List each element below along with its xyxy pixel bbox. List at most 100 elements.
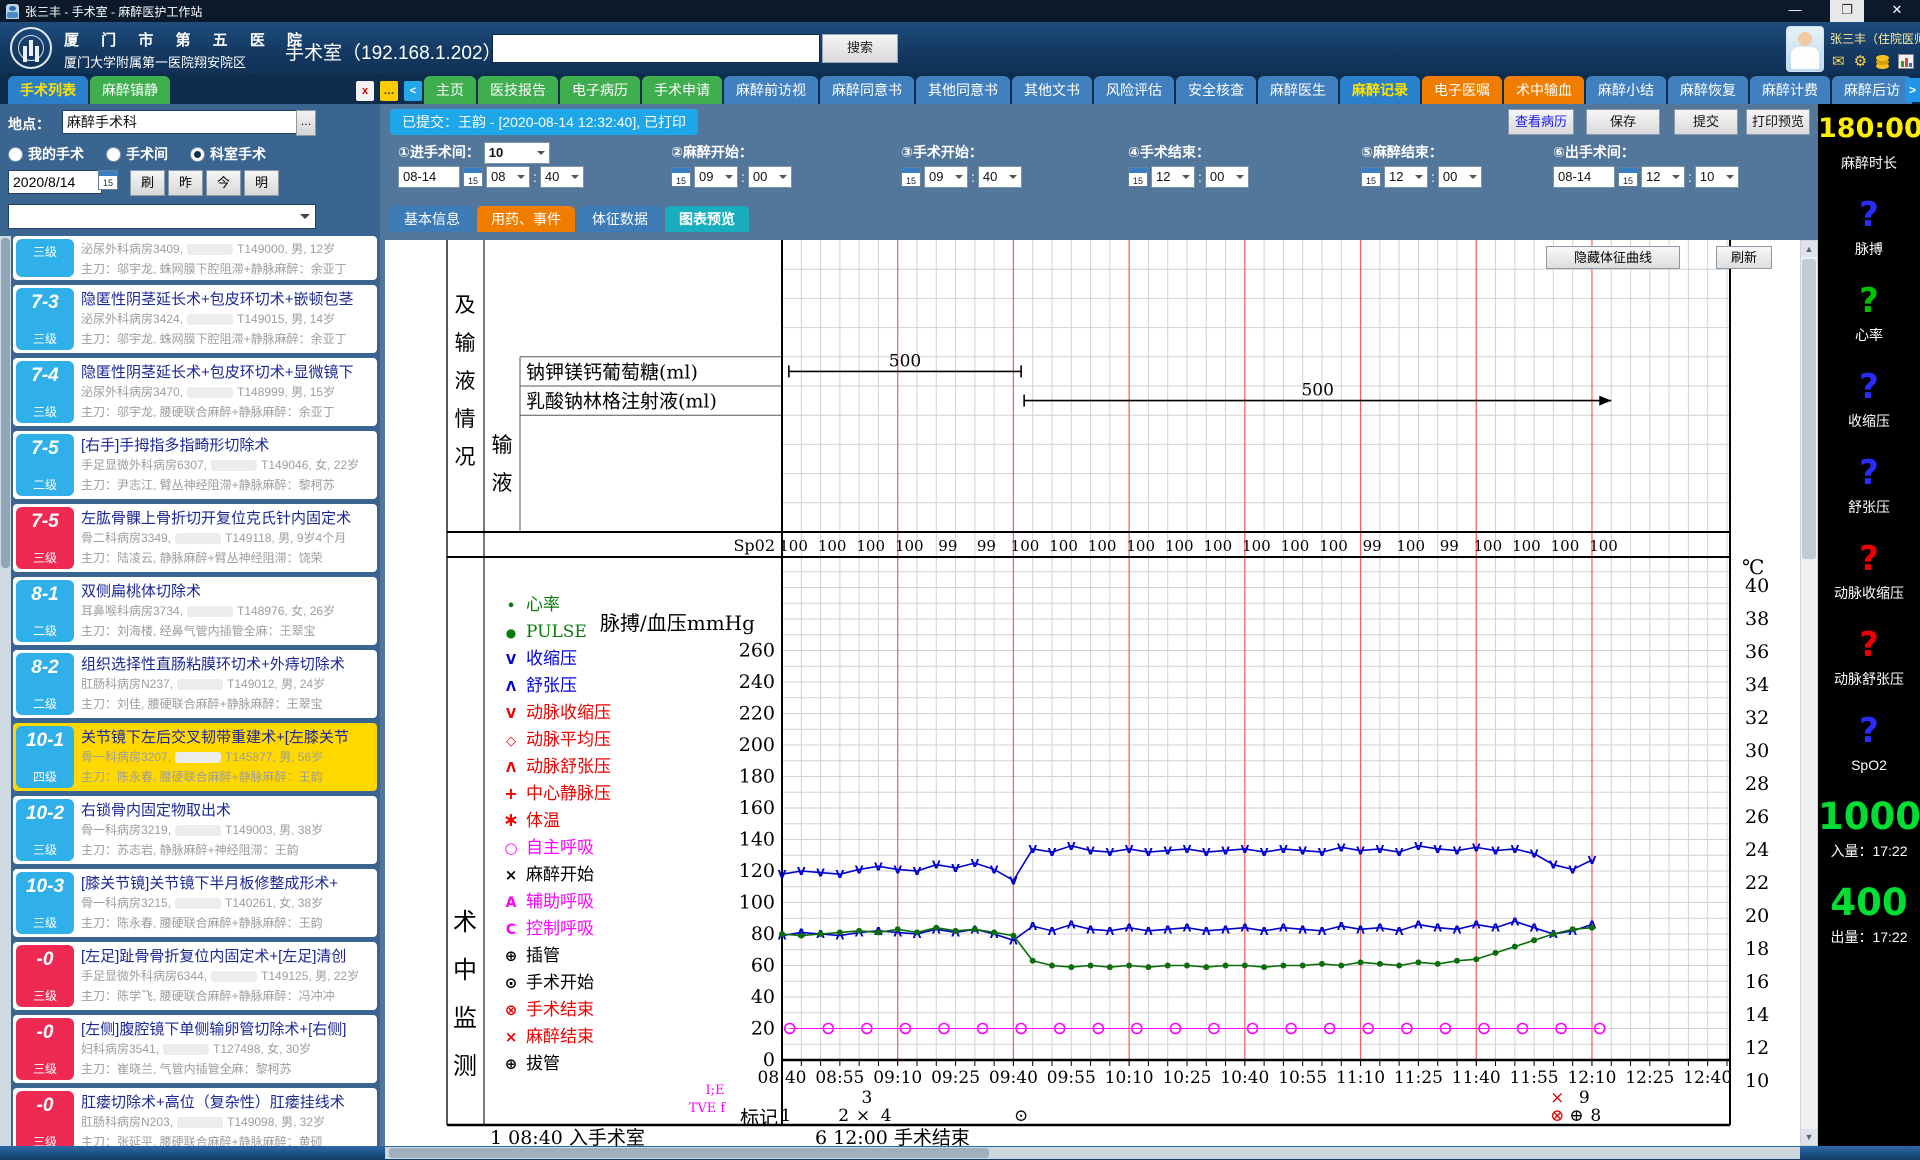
date-field[interactable]: 08-14	[1553, 166, 1615, 188]
subtab-体征数据[interactable]: 体征数据	[578, 206, 662, 232]
billing-coins-icon[interactable]	[1876, 55, 1889, 61]
hour-select[interactable]: 12	[1641, 166, 1685, 188]
tabs-scroll-right-button[interactable]: >	[1905, 78, 1920, 102]
hour-select[interactable]: 12	[1384, 166, 1428, 188]
module-tab-电子医嘱[interactable]: 电子医嘱	[1422, 76, 1502, 104]
module-tab-麻醉计费[interactable]: 麻醉计费	[1750, 76, 1830, 104]
subtab-用药、事件[interactable]: 用药、事件	[477, 206, 575, 232]
module-tab-麻醉前访视[interactable]: 麻醉前访视	[724, 76, 818, 104]
surgery-list-item[interactable]: 7-5二级[右手]手拇指多指畸形切除术手足显微外科病房6307,T149046,…	[13, 431, 377, 499]
subtab-图表预览[interactable]: 图表预览	[665, 206, 749, 232]
hour-select[interactable]: 09	[694, 166, 738, 188]
module-tab-麻醉医生[interactable]: 麻醉医生	[1258, 76, 1338, 104]
calendar-icon[interactable]: 15	[671, 167, 691, 187]
surgery-list-item[interactable]: -0三级[左侧]腹腔镜下单侧输卵管切除术+[右侧]妇科病房3541,T12749…	[13, 1015, 377, 1083]
location-more-button[interactable]: …	[296, 110, 316, 136]
close-button[interactable]: ✕	[1880, 0, 1914, 22]
search-input[interactable]	[492, 34, 820, 63]
module-tab-其他同意书[interactable]: 其他同意书	[916, 76, 1010, 104]
radio-dot-icon[interactable]	[106, 147, 121, 162]
calendar-icon[interactable]: 15	[463, 167, 483, 187]
module-tab-电子病历[interactable]: 电子病历	[560, 76, 640, 104]
radio-科室手术[interactable]: 科室手术	[190, 144, 266, 164]
panel-close-button[interactable]: x	[356, 81, 374, 101]
action-button-查看病历[interactable]: 查看病历	[1508, 109, 1574, 135]
statistics-chart-icon[interactable]	[1898, 54, 1914, 69]
module-tab-麻醉小结[interactable]: 麻醉小结	[1586, 76, 1666, 104]
surgery-list-item[interactable]: 7-4三级隐匿性阴茎延长术+包皮环切术+显微镜下泌尿外科病房3470,T1489…	[13, 358, 377, 426]
minute-select[interactable]: 00	[1205, 166, 1249, 188]
hour-select[interactable]: 08	[486, 166, 530, 188]
date-button-昨[interactable]: 昨	[168, 170, 203, 196]
action-button-提交[interactable]: 提交	[1674, 109, 1738, 135]
surgery-list-item[interactable]: 10-1四级关节镜下左后交叉韧带重建术+[左膝关节骨一科病房3207,T1458…	[13, 723, 377, 791]
module-tab-术中输血[interactable]: 术中输血	[1504, 76, 1584, 104]
filter-select[interactable]	[8, 204, 316, 229]
room-badge: 8-1二级	[16, 580, 74, 642]
list-scrollbar[interactable]	[0, 236, 11, 1160]
minute-select[interactable]: 40	[540, 166, 584, 188]
search-button[interactable]: 搜索	[822, 34, 898, 63]
user-avatar[interactable]	[1786, 26, 1824, 72]
date-field[interactable]: 08-14	[398, 166, 460, 188]
chart-horizontal-scrollbar[interactable]	[385, 1147, 1800, 1159]
minimize-button[interactable]: —	[1778, 0, 1812, 22]
refresh-button[interactable]: 刷新	[1716, 246, 1772, 269]
module-tab-麻醉后访[interactable]: 麻醉后访	[1832, 76, 1912, 104]
scroll-down-icon[interactable]: ▼	[1801, 1129, 1817, 1145]
location-input[interactable]: 麻醉手术科	[62, 110, 300, 134]
calendar-icon[interactable]: 15	[1618, 167, 1638, 187]
maximize-button[interactable]: ❐	[1830, 0, 1864, 22]
minute-select[interactable]: 00	[748, 166, 792, 188]
surgery-list-item[interactable]: 三级泌尿外科病房3409,T149000, 男, 12岁主刀：邬宇龙, 蛛网膜下…	[13, 236, 377, 280]
scroll-up-icon[interactable]: ▲	[1801, 241, 1817, 257]
hour-select[interactable]: 12	[1151, 166, 1195, 188]
module-tab-麻醉恢复[interactable]: 麻醉恢复	[1668, 76, 1748, 104]
calendar-icon[interactable]: 15	[98, 170, 118, 190]
tabs-scroll-left-button[interactable]: <	[404, 81, 422, 101]
module-tab-手术申请[interactable]: 手术申请	[642, 76, 722, 104]
surgery-list-item[interactable]: 8-1二级双侧扁桃体切除术耳鼻喉科病房3734,T148976, 女, 26岁主…	[13, 577, 377, 645]
minute-select[interactable]: 00	[1438, 166, 1482, 188]
date-input[interactable]: 2020/8/14	[8, 170, 102, 194]
radio-dot-icon[interactable]	[8, 147, 23, 162]
module-tab-安全核查[interactable]: 安全核查	[1176, 76, 1256, 104]
date-button-今[interactable]: 今	[206, 170, 241, 196]
date-button-刷[interactable]: 刷	[130, 170, 165, 196]
panel-more-button[interactable]: …	[380, 81, 398, 101]
surgery-list-item[interactable]: -0三级[左足]趾骨骨折复位内固定术+[左足]清创手足显微外科病房6344,T1…	[13, 942, 377, 1010]
surgery-list-item[interactable]: 7-5三级左肱骨髁上骨折切开复位克氏针内固定术骨二科病房3349,T149118…	[13, 504, 377, 572]
hide-vitals-curve-button[interactable]: 隐藏体征曲线	[1546, 246, 1680, 269]
action-button-保存[interactable]: 保存	[1586, 109, 1660, 135]
series-marker: V	[1433, 843, 1442, 856]
minute-select[interactable]: 40	[978, 166, 1022, 188]
surgery-list-item[interactable]: 8-2二级组织选择性直肠粘膜环切术+外痔切除术肛肠科病房N237,T149012…	[13, 650, 377, 718]
settings-gear-icon[interactable]: ⚙	[1854, 52, 1867, 70]
tab-surgery-list[interactable]: 手术列表	[8, 76, 88, 104]
subtab-基本信息[interactable]: 基本信息	[390, 206, 474, 232]
minute-select[interactable]: 10	[1695, 166, 1739, 188]
module-tab-风险评估[interactable]: 风险评估	[1094, 76, 1174, 104]
surgery-list-item[interactable]: 10-3三级[膝关节镜]关节镜下半月板修整成形术+骨一科病房3215,T1402…	[13, 869, 377, 937]
calendar-icon[interactable]: 15	[1361, 167, 1381, 187]
chart-vertical-scrollbar[interactable]: ▲ ▼	[1800, 240, 1818, 1146]
module-tab-麻醉记录[interactable]: 麻醉记录	[1340, 76, 1420, 104]
mail-icon[interactable]: ✉	[1832, 52, 1845, 70]
module-tab-麻醉同意书[interactable]: 麻醉同意书	[820, 76, 914, 104]
surgery-list-item[interactable]: 10-2三级右锁骨内固定物取出术骨一科病房3219,T149003, 男, 38…	[13, 796, 377, 864]
hour-select[interactable]: 09	[924, 166, 968, 188]
tab-anesthesia-sedation[interactable]: 麻醉镇静	[90, 76, 170, 104]
radio-手术间[interactable]: 手术间	[106, 144, 168, 164]
surgeon-info: 主刀：陈永春, 腰硬联合麻醉+静脉麻醉：王韵	[81, 913, 373, 933]
room-select[interactable]: 10	[484, 142, 550, 164]
calendar-icon[interactable]: 15	[901, 167, 921, 187]
surgery-list-item[interactable]: 7-3三级隐匿性阴茎延长术+包皮环切术+嵌顿包茎泌尿外科病房3424,T1490…	[13, 285, 377, 353]
date-button-明[interactable]: 明	[244, 170, 279, 196]
action-button-打印预览[interactable]: 打印预览	[1746, 109, 1810, 135]
radio-我的手术[interactable]: 我的手术	[8, 144, 84, 164]
module-tab-主页[interactable]: 主页	[424, 76, 476, 104]
radio-dot-icon[interactable]	[190, 147, 205, 162]
module-tab-医技报告[interactable]: 医技报告	[478, 76, 558, 104]
calendar-icon[interactable]: 15	[1128, 167, 1148, 187]
module-tab-其他文书[interactable]: 其他文书	[1012, 76, 1092, 104]
